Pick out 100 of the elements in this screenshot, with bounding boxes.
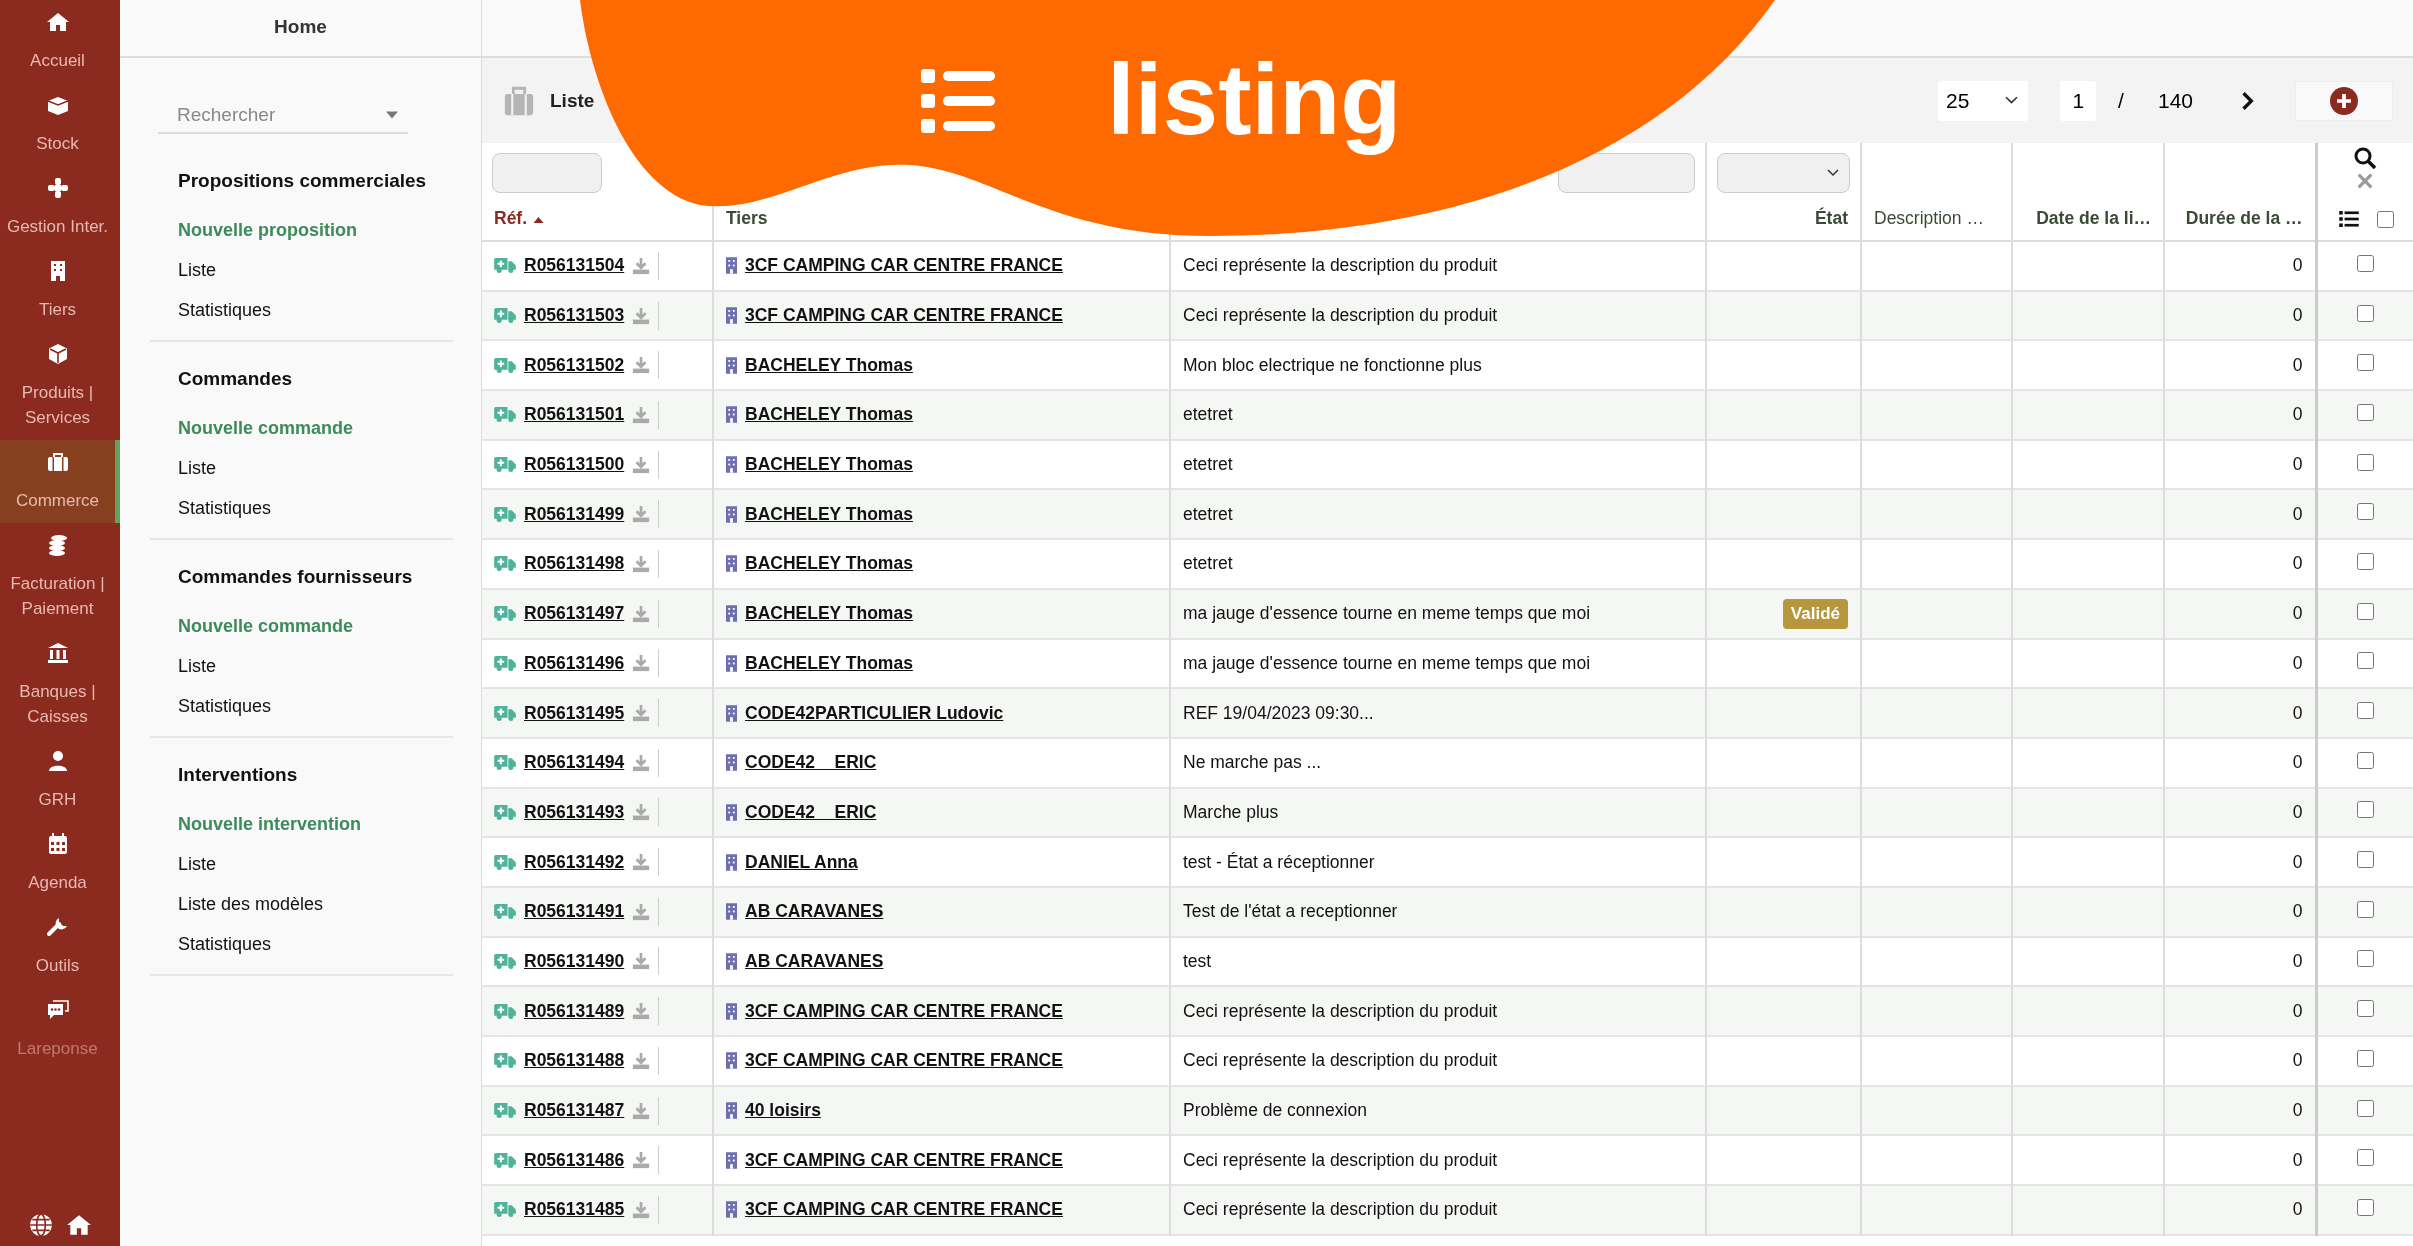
- reference-link[interactable]: R056131499: [524, 503, 625, 525]
- row-checkbox[interactable]: [2356, 1000, 2374, 1018]
- customer-link[interactable]: BACHELEY Thomas: [745, 603, 913, 625]
- row-checkbox[interactable]: [2356, 254, 2374, 272]
- row-checkbox[interactable]: [2356, 751, 2374, 769]
- customer-link[interactable]: DANIEL Anna: [745, 851, 858, 873]
- column-header[interactable]: Description …: [1874, 208, 1984, 228]
- row-checkbox[interactable]: [2356, 602, 2374, 620]
- nav-link[interactable]: Nouvelle commande: [178, 408, 453, 448]
- row-checkbox[interactable]: [2356, 702, 2374, 720]
- download-icon[interactable]: [632, 455, 651, 474]
- customer-link[interactable]: CODE42 _ ERIC: [745, 801, 877, 823]
- customer-link[interactable]: CODE42 _ ERIC: [745, 752, 877, 774]
- row-checkbox[interactable]: [2356, 900, 2374, 918]
- customer-link[interactable]: 3CF CAMPING CAR CENTRE FRANCE: [745, 1000, 1063, 1022]
- row-checkbox[interactable]: [2356, 1198, 2374, 1216]
- close-icon[interactable]: [2356, 171, 2375, 190]
- customer-link[interactable]: 3CF CAMPING CAR CENTRE FRANCE: [745, 1199, 1063, 1221]
- column-header[interactable]: Réf.: [494, 208, 528, 228]
- reference-link[interactable]: R056131487: [524, 1100, 625, 1122]
- column-header[interactable]: Date de la li…: [2036, 208, 2151, 228]
- reference-link[interactable]: R056131504: [524, 255, 625, 277]
- nav-link[interactable]: Liste des modèles: [178, 884, 453, 924]
- filter-field[interactable]: [492, 153, 602, 193]
- rail-item[interactable]: Outils: [0, 905, 120, 988]
- nav-link[interactable]: Nouvelle intervention: [178, 804, 453, 844]
- reference-link[interactable]: R056131485: [524, 1199, 625, 1221]
- per-page-select[interactable]: 25: [1938, 80, 2029, 121]
- row-checkbox[interactable]: [2356, 552, 2374, 570]
- select-all-checkbox[interactable]: [2376, 210, 2394, 228]
- reference-link[interactable]: R056131500: [524, 454, 625, 476]
- reference-link[interactable]: R056131496: [524, 652, 625, 674]
- download-icon[interactable]: [632, 1151, 651, 1170]
- row-checkbox[interactable]: [2356, 652, 2374, 670]
- row-checkbox[interactable]: [2356, 801, 2374, 819]
- reference-link[interactable]: R056131502: [524, 354, 625, 376]
- customer-link[interactable]: 3CF CAMPING CAR CENTRE FRANCE: [745, 1149, 1063, 1171]
- customer-link[interactable]: BACHELEY Thomas: [745, 553, 913, 575]
- download-icon[interactable]: [632, 654, 651, 673]
- row-checkbox[interactable]: [2356, 851, 2374, 869]
- rail-item[interactable]: GRH: [0, 739, 120, 822]
- rail-item[interactable]: Commerce: [0, 440, 120, 523]
- page-field[interactable]: 1: [2060, 80, 2097, 121]
- row-checkbox[interactable]: [2356, 950, 2374, 968]
- reference-link[interactable]: R056131494: [524, 752, 625, 774]
- rail-item[interactable]: Stock: [0, 83, 120, 166]
- list-icon[interactable]: [2338, 211, 2359, 228]
- nav-link[interactable]: Liste: [178, 844, 453, 884]
- download-icon[interactable]: [632, 356, 651, 375]
- reference-link[interactable]: R056131486: [524, 1149, 625, 1171]
- rail-item[interactable]: Banques | Caisses: [0, 631, 120, 739]
- customer-link[interactable]: 3CF CAMPING CAR CENTRE FRANCE: [745, 255, 1063, 277]
- reference-link[interactable]: R056131503: [524, 305, 625, 327]
- customer-link[interactable]: 40 loisirs: [745, 1100, 821, 1122]
- customer-link[interactable]: BACHELEY Thomas: [745, 354, 913, 376]
- customer-link[interactable]: 3CF CAMPING CAR CENTRE FRANCE: [745, 1050, 1063, 1072]
- download-icon[interactable]: [632, 1051, 651, 1070]
- nav-link[interactable]: Liste: [178, 250, 453, 290]
- nav-link[interactable]: Statistiques: [178, 686, 453, 726]
- nav-link[interactable]: Nouvelle proposition: [178, 210, 453, 250]
- customer-link[interactable]: AB CARAVANES: [745, 950, 884, 972]
- download-icon[interactable]: [632, 853, 651, 872]
- row-checkbox[interactable]: [2356, 1099, 2374, 1117]
- rail-item[interactable]: Produits | Services: [0, 332, 120, 440]
- reference-link[interactable]: R056131498: [524, 553, 625, 575]
- next-page-icon[interactable]: [2241, 90, 2255, 111]
- sort-arrow-icon[interactable]: [533, 216, 545, 224]
- customer-link[interactable]: BACHELEY Thomas: [745, 404, 913, 426]
- nav-link[interactable]: Statistiques: [178, 290, 453, 330]
- nav-link[interactable]: Statistiques: [178, 924, 453, 964]
- nav-link[interactable]: Nouvelle commande: [178, 606, 453, 646]
- column-header[interactable]: État: [1814, 208, 1848, 228]
- row-checkbox[interactable]: [2356, 453, 2374, 471]
- rail-item[interactable]: Tiers: [0, 249, 120, 332]
- rail-item[interactable]: Gestion Inter.: [0, 166, 120, 249]
- row-checkbox[interactable]: [2356, 1049, 2374, 1067]
- search-field[interactable]: Rechercher: [158, 104, 377, 126]
- globe-icon[interactable]: [28, 1212, 54, 1238]
- row-checkbox[interactable]: [2356, 503, 2374, 521]
- reference-link[interactable]: R056131491: [524, 901, 625, 923]
- reference-link[interactable]: R056131488: [524, 1050, 625, 1072]
- customer-link[interactable]: AB CARAVANES: [745, 901, 884, 923]
- download-icon[interactable]: [632, 952, 651, 971]
- download-icon[interactable]: [632, 554, 651, 573]
- column-header[interactable]: Durée de la …: [2185, 208, 2303, 228]
- reference-link[interactable]: R056131490: [524, 950, 625, 972]
- reference-link[interactable]: R056131495: [524, 702, 625, 724]
- rail-item[interactable]: Facturation | Paiement: [0, 523, 120, 631]
- customer-link[interactable]: BACHELEY Thomas: [745, 652, 913, 674]
- reference-link[interactable]: R056131497: [524, 603, 625, 625]
- download-icon[interactable]: [632, 256, 651, 275]
- nav-link[interactable]: Liste: [178, 646, 453, 686]
- column-header[interactable]: Tiers: [726, 208, 768, 228]
- search-icon[interactable]: [2353, 145, 2378, 170]
- row-checkbox[interactable]: [2356, 403, 2374, 421]
- add-button[interactable]: [2295, 80, 2393, 121]
- rail-item[interactable]: Agenda: [0, 822, 120, 905]
- reference-link[interactable]: R056131492: [524, 851, 625, 873]
- reference-link[interactable]: R056131501: [524, 404, 625, 426]
- customer-link[interactable]: BACHELEY Thomas: [745, 503, 913, 525]
